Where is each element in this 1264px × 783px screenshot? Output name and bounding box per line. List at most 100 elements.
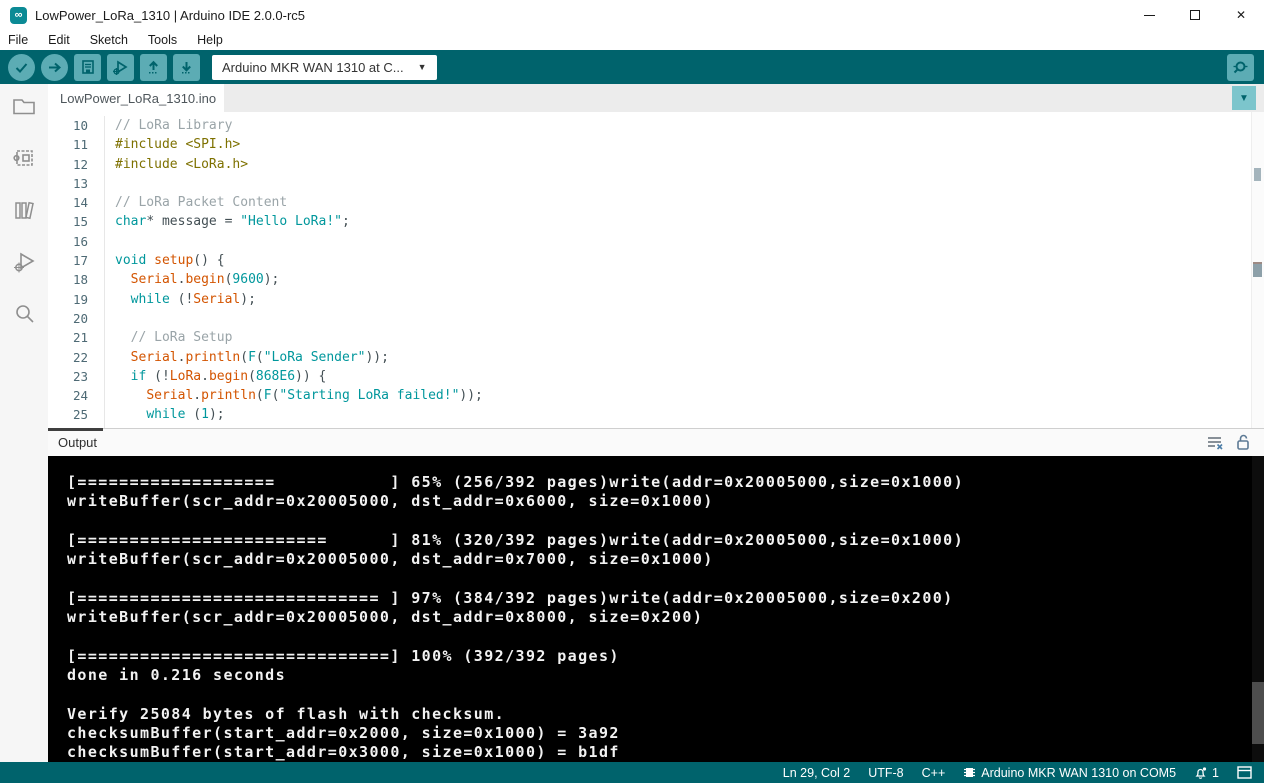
code-text — [104, 232, 115, 251]
code-text: if (!LoRa.begin(868E6)) { — [104, 367, 326, 386]
sketch-button[interactable] — [74, 54, 101, 81]
status-bar: Ln 29, Col 2 UTF-8 C++ Arduino MKR WAN 1… — [0, 762, 1264, 783]
code-line[interactable]: 15char* message = "Hello LoRa!"; — [48, 212, 1264, 231]
menu-sketch[interactable]: Sketch — [80, 33, 138, 47]
line-number: 24 — [48, 386, 104, 405]
panel-resize-handle[interactable] — [48, 428, 103, 431]
encoding-indicator[interactable]: UTF-8 — [868, 766, 903, 780]
window-controls: ✕ — [1126, 0, 1264, 30]
code-line[interactable]: 11#include <SPI.h> — [48, 135, 1264, 154]
output-console[interactable]: [=================== ] 65% (256/392 page… — [48, 456, 1264, 762]
line-number: 22 — [48, 348, 104, 367]
console-line: [======================== ] 81% (320/392… — [67, 531, 1264, 550]
code-text — [104, 309, 115, 328]
sidebar-item-debug[interactable] — [10, 248, 38, 276]
check-icon — [14, 60, 29, 75]
serial-monitor-button[interactable] — [1227, 54, 1254, 81]
debug-icon — [112, 59, 129, 76]
code-line[interactable]: 18 Serial.begin(9600); — [48, 270, 1264, 289]
code-text: // LoRa Library — [104, 116, 232, 135]
code-line[interactable]: 12#include <LoRa.h> — [48, 155, 1264, 174]
line-number: 17 — [48, 251, 104, 270]
notifications-indicator[interactable]: 1 — [1194, 766, 1219, 780]
line-number: 19 — [48, 290, 104, 309]
code-line[interactable]: 17void setup() { — [48, 251, 1264, 270]
clear-output-button[interactable] — [1206, 434, 1224, 452]
tab-options-dropdown[interactable]: ▼ — [1232, 86, 1256, 110]
clear-output-icon — [1206, 435, 1224, 451]
output-panel-title: Output — [58, 435, 97, 450]
verify-button[interactable] — [8, 54, 35, 81]
console-line: done in 0.216 seconds — [67, 666, 1264, 685]
code-line[interactable]: 23 if (!LoRa.begin(868E6)) { — [48, 367, 1264, 386]
code-text: char* message = "Hello LoRa!"; — [104, 212, 350, 231]
console-line: Verify 25084 bytes of flash with checksu… — [67, 705, 1264, 724]
close-button[interactable]: ✕ — [1218, 0, 1264, 30]
line-number: 15 — [48, 212, 104, 231]
code-line[interactable]: 14// LoRa Packet Content — [48, 193, 1264, 212]
code-line[interactable]: 16 — [48, 232, 1264, 251]
editor-scrollbar[interactable] — [1251, 112, 1264, 428]
chip-icon — [11, 145, 37, 171]
search-icon — [11, 301, 37, 327]
console-scrollbar[interactable] — [1252, 456, 1264, 762]
menu-edit[interactable]: Edit — [38, 33, 80, 47]
code-line[interactable]: 24 Serial.println(F("Starting LoRa faile… — [48, 386, 1264, 405]
code-text: while (1); — [104, 405, 225, 424]
code-line[interactable]: 19 while (!Serial); — [48, 290, 1264, 309]
folder-icon — [11, 93, 37, 119]
toggle-panel-button[interactable] — [1237, 766, 1252, 779]
code-line[interactable]: 10// LoRa Library — [48, 116, 1264, 135]
tab-lowpower-lora-1310[interactable]: LowPower_LoRa_1310.ino — [48, 84, 224, 112]
debug-button[interactable] — [107, 54, 134, 81]
code-text: #include <SPI.h> — [104, 135, 240, 154]
console-line — [67, 685, 1264, 704]
sidebar-item-boards-manager[interactable] — [10, 144, 38, 172]
console-line: [============================= ] 97% (38… — [67, 589, 1264, 608]
import-binary-button[interactable] — [173, 54, 200, 81]
maximize-icon — [1190, 10, 1200, 20]
close-icon: ✕ — [1236, 8, 1246, 22]
code-line[interactable]: 22 Serial.println(F("LoRa Sender")); — [48, 348, 1264, 367]
menu-file[interactable]: File — [8, 33, 38, 47]
console-line — [67, 627, 1264, 646]
code-line[interactable]: 25 while (1); — [48, 405, 1264, 424]
code-line[interactable]: 13 — [48, 174, 1264, 193]
minimize-button[interactable] — [1126, 0, 1172, 30]
console-line: writeBuffer(scr_addr=0x20005000, dst_add… — [67, 550, 1264, 569]
arrow-up-icon — [146, 60, 161, 75]
upload-button[interactable] — [41, 54, 68, 81]
board-port-indicator[interactable]: Arduino MKR WAN 1310 on COM5 — [963, 766, 1176, 780]
line-number: 23 — [48, 367, 104, 386]
menu-help[interactable]: Help — [187, 33, 233, 47]
cursor-position[interactable]: Ln 29, Col 2 — [783, 766, 850, 780]
activity-sidebar — [0, 84, 48, 762]
magnifier-icon — [1232, 59, 1249, 76]
console-line: checksumBuffer(start_addr=0x3000, size=0… — [67, 743, 1264, 762]
console-scrollbar-thumb[interactable] — [1252, 682, 1264, 744]
sidebar-item-search[interactable] — [10, 300, 38, 328]
language-indicator[interactable]: C++ — [922, 766, 946, 780]
toolbar: Arduino MKR WAN 1310 at C... ▼ — [0, 50, 1264, 84]
line-number: 13 — [48, 174, 104, 193]
code-text: #include <LoRa.h> — [104, 155, 248, 174]
menu-tools[interactable]: Tools — [138, 33, 187, 47]
code-editor[interactable]: 10// LoRa Library11#include <SPI.h>12#in… — [48, 112, 1264, 428]
maximize-button[interactable] — [1172, 0, 1218, 30]
scroll-lock-button[interactable] — [1234, 434, 1252, 452]
line-number: 20 — [48, 309, 104, 328]
code-line[interactable]: 21 // LoRa Setup — [48, 328, 1264, 347]
line-number: 16 — [48, 232, 104, 251]
code-line[interactable]: 20 — [48, 309, 1264, 328]
console-line — [67, 512, 1264, 531]
board-selector-dropdown[interactable]: Arduino MKR WAN 1310 at C... ▼ — [212, 55, 437, 80]
debug-sidebar-icon — [11, 249, 37, 275]
arrow-down-icon — [179, 60, 194, 75]
sidebar-item-sketchbook[interactable] — [10, 92, 38, 120]
code-text: Serial.println(F("Starting LoRa failed!"… — [104, 386, 483, 405]
export-binary-button[interactable] — [140, 54, 167, 81]
console-line: [==============================] 100% (3… — [67, 647, 1264, 666]
scrollbar-thumb[interactable] — [1253, 262, 1262, 277]
sidebar-item-library-manager[interactable] — [10, 196, 38, 224]
arrow-right-icon — [47, 60, 62, 75]
